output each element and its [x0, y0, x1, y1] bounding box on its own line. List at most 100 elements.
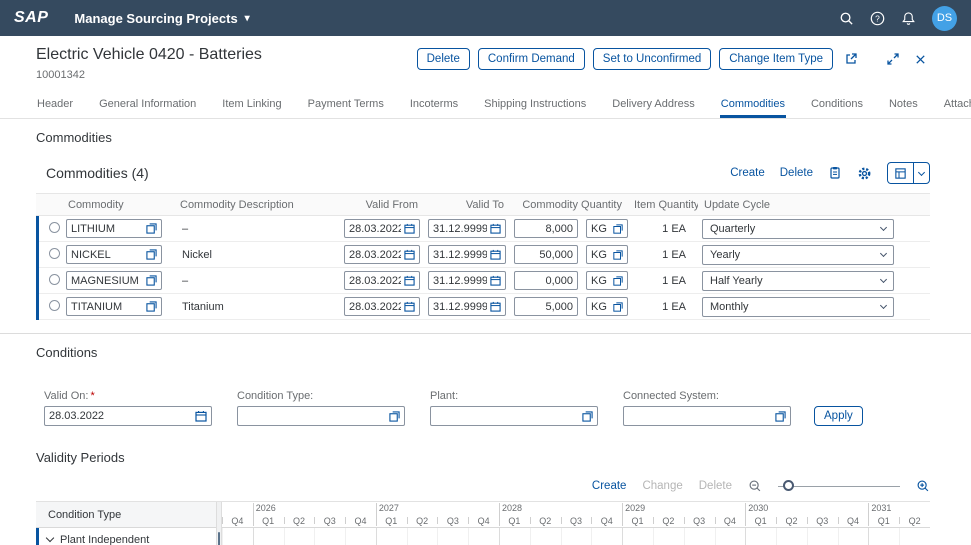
- valid-from-input[interactable]: [344, 271, 420, 290]
- commodity-input[interactable]: [66, 219, 162, 238]
- zoom-out-button[interactable]: [748, 479, 762, 493]
- help-button[interactable]: ?: [870, 11, 885, 26]
- update-cycle-select[interactable]: Yearly: [702, 245, 894, 265]
- valid-to-input[interactable]: [428, 219, 506, 238]
- value-help-icon[interactable]: [146, 301, 157, 312]
- slider-handle[interactable]: [783, 480, 794, 491]
- value-help-icon[interactable]: [582, 411, 593, 422]
- row-select-radio[interactable]: [49, 274, 60, 285]
- commodity-input[interactable]: [66, 245, 162, 264]
- valid-from-input[interactable]: [344, 219, 420, 238]
- delete-button[interactable]: Delete: [417, 48, 470, 70]
- slider-track[interactable]: [778, 486, 900, 487]
- tab-notes[interactable]: Notes: [888, 93, 919, 118]
- value-help-icon[interactable]: [613, 302, 623, 312]
- change-item-type-button[interactable]: Change Item Type: [719, 48, 833, 70]
- close-button[interactable]: [911, 53, 930, 66]
- export-button[interactable]: [888, 163, 913, 183]
- timeline-grid-cell: [284, 528, 315, 545]
- calendar-icon[interactable]: [404, 301, 415, 312]
- tab-incoterms[interactable]: Incoterms: [409, 93, 459, 118]
- tab-header[interactable]: Header: [36, 93, 74, 118]
- commodity-input[interactable]: [66, 297, 162, 316]
- commodity-quantity-input[interactable]: [514, 297, 578, 316]
- value-help-icon[interactable]: [613, 250, 623, 260]
- commodity-input[interactable]: [66, 271, 162, 290]
- commodity-quantity-input[interactable]: [514, 219, 578, 238]
- tab-item-linking[interactable]: Item Linking: [221, 93, 282, 118]
- commodity-quantity-input[interactable]: [514, 271, 578, 290]
- unit-input[interactable]: [586, 219, 628, 238]
- calendar-icon[interactable]: [404, 223, 415, 234]
- apply-button[interactable]: Apply: [814, 406, 863, 426]
- unit-input[interactable]: [586, 297, 628, 316]
- gantt-row-plant-independent[interactable]: Plant Independent: [36, 528, 216, 545]
- app-title-menu[interactable]: Manage Sourcing Projects ▾: [74, 11, 249, 26]
- copy-button[interactable]: [828, 166, 842, 180]
- tab-conditions[interactable]: Conditions: [810, 93, 864, 118]
- update-cycle-select[interactable]: Half Yearly: [702, 271, 894, 291]
- value-help-icon[interactable]: [389, 411, 400, 422]
- unit-input[interactable]: [586, 271, 628, 290]
- value-help-icon[interactable]: [775, 411, 786, 422]
- tab-general-information[interactable]: General Information: [98, 93, 197, 118]
- calendar-icon[interactable]: [490, 223, 501, 234]
- row-select-radio[interactable]: [49, 222, 60, 233]
- valid-to-input[interactable]: [428, 271, 506, 290]
- calendar-icon[interactable]: [490, 249, 501, 260]
- tab-delivery-address[interactable]: Delivery Address: [611, 93, 696, 118]
- unit-input[interactable]: [586, 245, 628, 264]
- validity-change-link[interactable]: Change: [642, 480, 682, 492]
- sap-logo[interactable]: SAP: [14, 9, 48, 27]
- valid-from-input[interactable]: [344, 297, 420, 316]
- chevron-down-icon[interactable]: [46, 534, 54, 542]
- col-valid-from: Valid From: [340, 199, 424, 211]
- timeline-quarter: Q4: [222, 502, 253, 527]
- tab-payment-terms[interactable]: Payment Terms: [307, 93, 385, 118]
- condition-type-input[interactable]: [237, 406, 405, 426]
- plant-input[interactable]: [430, 406, 598, 426]
- close-icon: [914, 53, 927, 66]
- tab-attachments[interactable]: Attachments: [943, 93, 971, 118]
- timeline-quarter: Q4: [345, 502, 376, 527]
- timeline-quarter: 2026Q1: [253, 502, 284, 527]
- valid-on-input[interactable]: [44, 406, 212, 426]
- zoom-in-button[interactable]: [916, 479, 930, 493]
- share-button[interactable]: [841, 52, 861, 66]
- valid-to-input[interactable]: [428, 245, 506, 264]
- calendar-icon[interactable]: [195, 410, 207, 422]
- set-to-unconfirmed-button[interactable]: Set to Unconfirmed: [593, 48, 711, 70]
- notifications-button[interactable]: [901, 11, 916, 26]
- calendar-icon[interactable]: [490, 275, 501, 286]
- row-select-radio[interactable]: [49, 300, 60, 311]
- timeline-quarter: Q3: [807, 502, 838, 527]
- user-avatar[interactable]: DS: [932, 6, 957, 31]
- validity-delete-link[interactable]: Delete: [699, 480, 732, 492]
- update-cycle-select[interactable]: Quarterly: [702, 219, 894, 239]
- calendar-icon[interactable]: [404, 249, 415, 260]
- valid-from-input[interactable]: [344, 245, 420, 264]
- delete-link[interactable]: Delete: [780, 167, 813, 179]
- valid-to-input[interactable]: [428, 297, 506, 316]
- value-help-icon[interactable]: [613, 224, 623, 234]
- value-help-icon[interactable]: [146, 249, 157, 260]
- row-select-radio[interactable]: [49, 248, 60, 259]
- zoom-slider[interactable]: [778, 480, 900, 492]
- tab-commodities[interactable]: Commodities: [720, 93, 786, 118]
- commodity-quantity-input[interactable]: [514, 245, 578, 264]
- settings-button[interactable]: [857, 166, 872, 181]
- validity-create-link[interactable]: Create: [592, 480, 627, 492]
- confirm-demand-button[interactable]: Confirm Demand: [478, 48, 585, 70]
- calendar-icon[interactable]: [404, 275, 415, 286]
- value-help-icon[interactable]: [146, 275, 157, 286]
- fullscreen-button[interactable]: [883, 52, 903, 66]
- value-help-icon[interactable]: [613, 276, 623, 286]
- tab-shipping-instructions[interactable]: Shipping Instructions: [483, 93, 587, 118]
- update-cycle-select[interactable]: Monthly: [702, 297, 894, 317]
- search-button[interactable]: [839, 11, 854, 26]
- value-help-icon[interactable]: [146, 223, 157, 234]
- export-menu-button[interactable]: [913, 163, 929, 183]
- calendar-icon[interactable]: [490, 301, 501, 312]
- connected-system-input[interactable]: [623, 406, 791, 426]
- create-link[interactable]: Create: [730, 167, 765, 179]
